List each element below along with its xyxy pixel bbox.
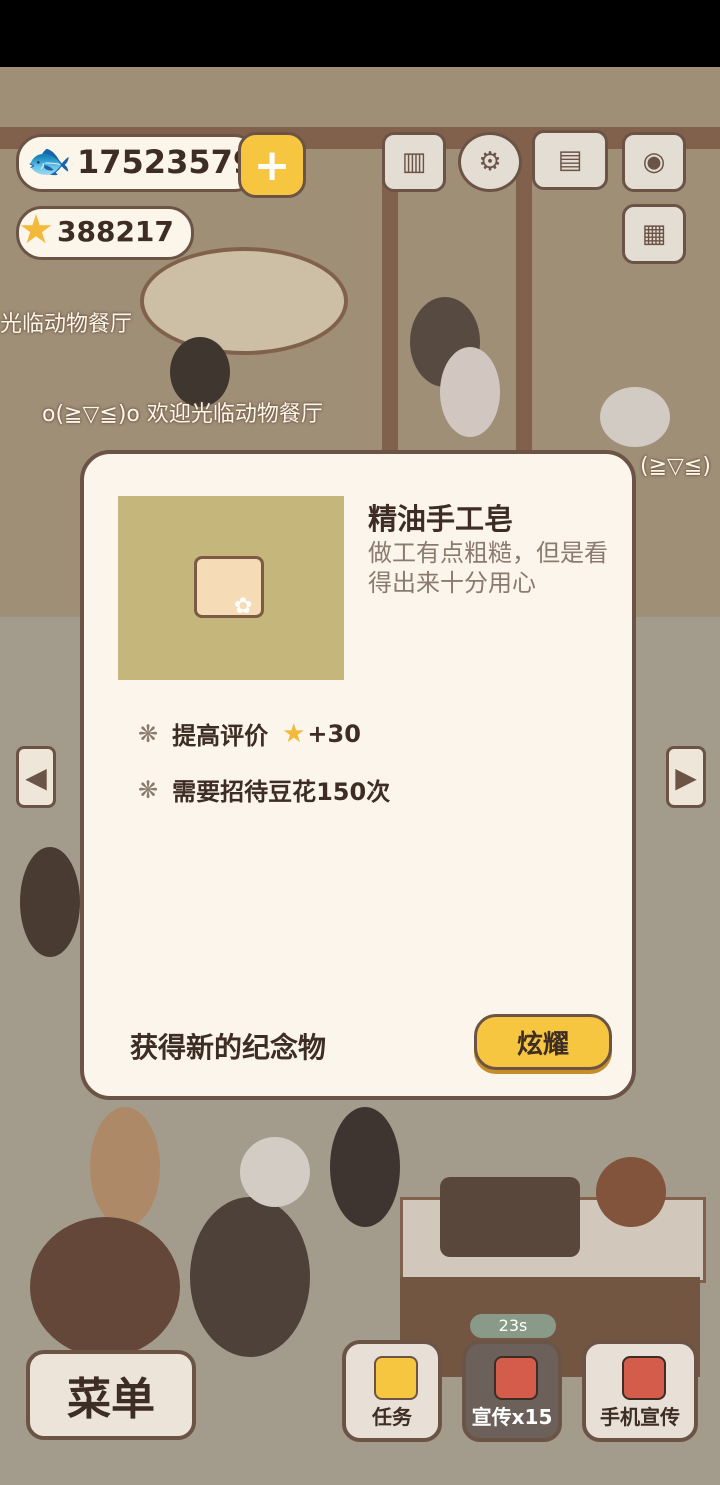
ranking-button[interactable]: ▥ [382,132,446,192]
item-title: 精油手工皂 [368,502,514,536]
previous-arrow[interactable]: ◀ [16,746,56,808]
bonus-value-group: ★ +30 [282,719,361,749]
newspaper-icon: ▦ [641,219,667,249]
menu-button[interactable]: 菜单 [26,1350,196,1440]
phone-promote-label: 手机宣传 [600,1405,680,1429]
fish-counter: 🐟 17523579 [16,134,260,192]
bonus-row: ❋ 提高评价 ★ +30 [138,716,361,751]
book-icon: ▤ [557,145,583,175]
next-arrow[interactable]: ▶ [666,746,706,808]
settings-button[interactable]: ⚙ [458,132,522,192]
fish-count: 17523579 [77,143,256,181]
plus-icon: + [253,139,291,191]
bonus-value: +30 [307,719,361,748]
bonus-label: 提高评价 [172,722,269,750]
newspaper-button[interactable]: ▦ [622,204,686,264]
add-currency-button[interactable]: + [238,132,306,198]
promote-button[interactable]: 宣传x15 [462,1340,562,1442]
tasks-button[interactable]: 任务 [342,1340,442,1442]
requirement-row: ❋ 需要招待豆花150次 [138,772,390,807]
star-icon: ★ [18,207,54,253]
star-icon: ★ [282,718,306,749]
share-button[interactable]: 炫耀 [474,1014,612,1070]
fish-icon: 🐟 [26,141,72,182]
star-count: 388217 [57,215,174,248]
flyer-icon [494,1356,538,1400]
gear-icon: ⚙ [478,147,502,177]
promote-label: 宣传x15 [471,1405,553,1429]
paw-icon: ❋ [138,775,159,804]
welcome-sign-text: o(≧▽≦)o 欢迎光临动物餐厅 [42,402,323,427]
phone-icon [622,1356,666,1400]
checkmark-icon [374,1356,418,1400]
flower-icon: ✿ [234,594,253,619]
souvenir-modal: ✿ 精油手工皂 做工有点粗糙，但是看得出来十分用心 ❋ 提高评价 ★ +30 ❋… [80,450,636,1100]
welcome-sign-text: 光临动物餐厅 [0,312,133,337]
podium-icon: ▥ [401,147,427,177]
promotion-timer: 23s [470,1314,556,1338]
item-image: ✿ [118,496,344,680]
phone-promote-button[interactable]: 手机宣传 [582,1340,698,1442]
camera-icon: ◉ [642,147,666,177]
new-souvenir-label: 获得新的纪念物 [130,1031,327,1064]
camera-button[interactable]: ◉ [622,132,686,192]
chevron-right-icon: ▶ [675,760,697,794]
welcome-sign-text: (≧▽≦) [640,454,711,479]
requirement-text: 需要招待豆花150次 [172,778,391,806]
handbook-button[interactable]: ▤ [532,130,608,190]
paw-icon: ❋ [138,719,159,748]
item-description: 做工有点粗糙，但是看得出来十分用心 [368,539,608,597]
star-counter: ★ 388217 [16,206,194,260]
chevron-left-icon: ◀ [25,760,47,794]
tasks-label: 任务 [372,1405,412,1429]
